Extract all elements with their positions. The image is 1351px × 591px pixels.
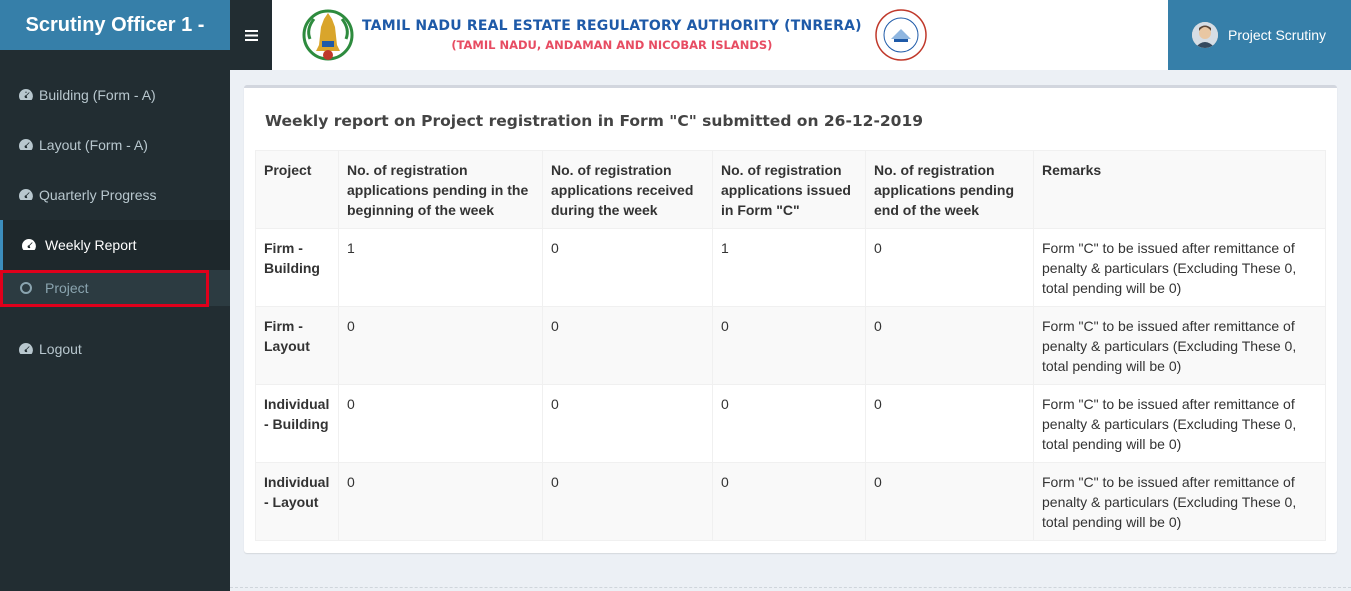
report-table: Project No. of registration applications…: [255, 150, 1326, 541]
sidebar-nav: Building (Form - A) Layout (Form - A) Qu…: [0, 70, 230, 392]
cell-value: 0: [865, 228, 1034, 307]
tamil-nadu-emblem-icon: [302, 9, 354, 61]
cell-project: Firm - Building: [255, 228, 339, 307]
authority-title: TAMIL NADU REAL ESTATE REGULATORY AUTHOR…: [362, 18, 862, 34]
footer-divider: [230, 587, 1351, 588]
cell-value: 0: [338, 306, 543, 385]
table-row: Individual - Layout 0 0 0 0 Form "C" to …: [255, 462, 1326, 541]
cell-value: 0: [338, 462, 543, 541]
col-received: No. of registration applications receive…: [542, 150, 713, 229]
cell-value: 1: [338, 228, 543, 307]
sidebar-item-label: Building (Form - A): [39, 87, 156, 103]
brand-title: Scrutiny Officer 1 -: [0, 0, 230, 50]
hamburger-icon: [244, 29, 258, 41]
dashboard-icon: [19, 139, 33, 150]
sidebar-item-logout[interactable]: Logout: [0, 306, 230, 392]
sidebar-item-quarterly-progress[interactable]: Quarterly Progress: [0, 170, 230, 220]
user-menu[interactable]: Project Scrutiny: [1168, 0, 1351, 70]
cell-value: 0: [865, 462, 1034, 541]
col-pending-beginning: No. of registration applications pending…: [338, 150, 543, 229]
dashboard-icon: [19, 343, 33, 354]
cell-value: 0: [338, 384, 543, 463]
cell-remarks: Form "C" to be issued after remittance o…: [1033, 384, 1326, 463]
dashboard-icon: [19, 89, 33, 100]
cell-project: Firm - Layout: [255, 306, 339, 385]
cell-value: 0: [542, 462, 713, 541]
sidebar-item-label: Layout (Form - A): [39, 137, 148, 153]
sidebar-item-weekly-report[interactable]: Weekly Report: [0, 220, 230, 270]
sidebar-toggle-button[interactable]: [230, 0, 272, 70]
authority-subtitle: (TAMIL NADU, ANDAMAN AND NICOBAR ISLANDS…: [451, 38, 773, 52]
table-row: Firm - Building 1 0 1 0 Form "C" to be i…: [255, 228, 1326, 307]
cell-value: 0: [865, 384, 1034, 463]
cell-value: 0: [712, 462, 866, 541]
col-remarks: Remarks: [1033, 150, 1326, 229]
avatar: [1192, 22, 1218, 48]
submenu-item-project[interactable]: Project: [0, 270, 230, 307]
table-row: Firm - Layout 0 0 0 0 Form "C" to be iss…: [255, 306, 1326, 385]
sidebar-item-label: Quarterly Progress: [39, 187, 157, 203]
cell-value: 0: [712, 306, 866, 385]
table-header-row: Project No. of registration applications…: [255, 150, 1326, 229]
tnrera-seal-icon: [874, 9, 927, 61]
cell-value: 0: [865, 306, 1034, 385]
cell-value: 0: [712, 384, 866, 463]
cell-project: Individual - Building: [255, 384, 339, 463]
cell-project: Individual - Layout: [255, 462, 339, 541]
cell-remarks: Form "C" to be issued after remittance o…: [1033, 462, 1326, 541]
dashboard-icon: [22, 239, 36, 250]
col-issued: No. of registration applications issued …: [712, 150, 866, 229]
sidebar-item-label: Logout: [39, 341, 82, 357]
circle-icon: [20, 282, 32, 294]
sidebar-item-label: Weekly Report: [45, 237, 137, 253]
header-titles: TAMIL NADU REAL ESTATE REGULATORY AUTHOR…: [362, 18, 862, 52]
col-project: Project: [255, 150, 339, 229]
cell-remarks: Form "C" to be issued after remittance o…: [1033, 228, 1326, 307]
cell-value: 1: [712, 228, 866, 307]
submenu-item-label: Project: [45, 280, 89, 296]
table-row: Individual - Building 0 0 0 0 Form "C" t…: [255, 384, 1326, 463]
col-pending-end: No. of registration applications pending…: [865, 150, 1034, 229]
user-name: Project Scrutiny: [1228, 27, 1327, 43]
cell-value: 0: [542, 384, 713, 463]
cell-remarks: Form "C" to be issued after remittance o…: [1033, 306, 1326, 385]
dashboard-icon: [19, 189, 33, 200]
cell-value: 0: [542, 228, 713, 307]
report-box: Weekly report on Project registration in…: [244, 85, 1337, 553]
header-banner: TAMIL NADU REAL ESTATE REGULATORY AUTHOR…: [272, 0, 1168, 70]
report-title: Weekly report on Project registration in…: [265, 112, 924, 130]
user-avatar-icon: [1192, 22, 1218, 48]
sidebar-item-layout-form-a[interactable]: Layout (Form - A): [0, 120, 230, 170]
cell-value: 0: [542, 306, 713, 385]
sidebar-item-building-form-a[interactable]: Building (Form - A): [0, 70, 230, 120]
sidebar: Scrutiny Officer 1 - Building (Form - A)…: [0, 0, 230, 591]
